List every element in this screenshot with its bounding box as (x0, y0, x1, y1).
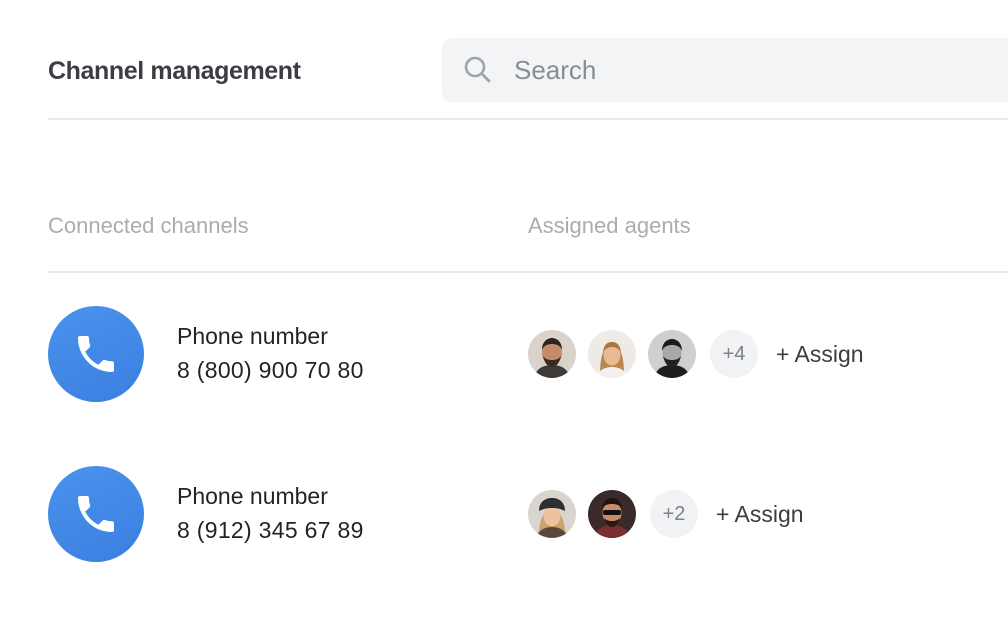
channel-phone-number: 8 (912) 345 67 89 (177, 517, 364, 543)
assign-agent-button[interactable]: + Assign (716, 500, 804, 528)
channel-row[interactable]: Phone number 8 (912) 345 67 89 +2 + Assi (0, 464, 1008, 564)
phone-channel-badge (48, 466, 144, 562)
agent-avatar[interactable] (588, 490, 636, 538)
agent-avatar[interactable] (588, 330, 636, 378)
channel-type-label: Phone number (177, 323, 328, 349)
channel-phone-number: 8 (800) 900 70 80 (177, 357, 364, 383)
assign-agent-button[interactable]: + Assign (776, 340, 864, 368)
table-header-divider (48, 271, 1008, 273)
more-agents-badge[interactable]: +2 (650, 490, 698, 538)
channel-type-label: Phone number (177, 483, 328, 509)
agent-avatar[interactable] (528, 490, 576, 538)
search-input[interactable] (514, 50, 994, 90)
column-header-channels: Connected channels (48, 213, 249, 238)
agent-avatar[interactable] (528, 330, 576, 378)
header-divider (48, 118, 1008, 120)
more-agents-badge[interactable]: +4 (710, 330, 758, 378)
search-icon (462, 54, 494, 86)
column-header-agents: Assigned agents (528, 213, 691, 238)
phone-icon (78, 496, 114, 532)
channel-management-page: Channel management Connected channels As… (0, 0, 1008, 620)
agent-avatar[interactable] (648, 330, 696, 378)
channel-row[interactable]: Phone number 8 (800) 900 70 80 +4 + Assi… (0, 304, 1008, 404)
phone-icon (78, 336, 114, 372)
phone-channel-badge (48, 306, 144, 402)
search-box[interactable] (442, 38, 1008, 102)
page-title: Channel management (48, 57, 301, 85)
